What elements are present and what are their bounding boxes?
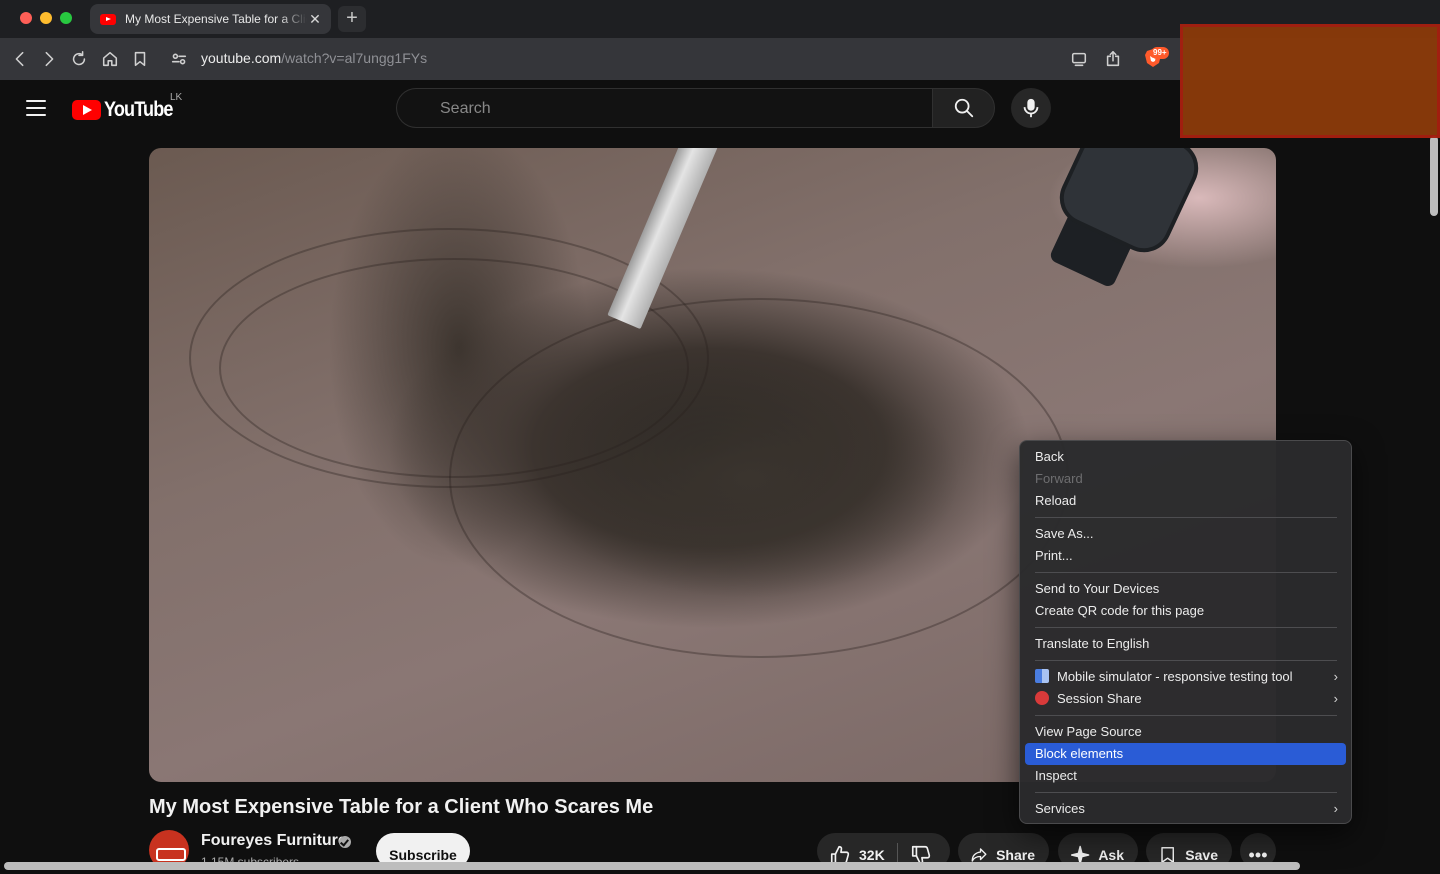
context-menu-item-back[interactable]: Back <box>1025 446 1346 468</box>
context-menu-item-reload[interactable]: Reload <box>1025 490 1346 512</box>
submenu-chevron-icon: › <box>1333 801 1338 816</box>
context-menu-item-inspect[interactable]: Inspect <box>1025 765 1346 787</box>
blocked-element-overlay <box>1180 24 1440 138</box>
context-menu-label: Mobile simulator - responsive testing to… <box>1057 669 1293 684</box>
search-input[interactable] <box>440 100 920 118</box>
context-menu-label: Inspect <box>1035 768 1077 783</box>
like-count[interactable]: 32K <box>859 847 885 863</box>
context-menu-label: Translate to English <box>1035 636 1150 651</box>
menu-hamburger-icon[interactable] <box>26 100 46 116</box>
back-icon[interactable] <box>10 49 30 69</box>
context-menu-label: Back <box>1035 449 1064 464</box>
search-box <box>396 88 932 128</box>
context-menu-label: View Page Source <box>1035 724 1142 739</box>
search-button[interactable] <box>932 88 995 128</box>
forward-icon[interactable] <box>39 49 59 69</box>
context-menu-item-save-as[interactable]: Save As... <box>1025 523 1346 545</box>
youtube-play-logo-icon <box>72 100 101 120</box>
new-tab-button[interactable]: + <box>338 6 366 32</box>
context-menu-item-forward: Forward <box>1025 468 1346 490</box>
wood-grain <box>449 298 1069 658</box>
minimize-window-button[interactable] <box>40 12 52 24</box>
voice-search-button[interactable] <box>1011 88 1051 128</box>
close-window-button[interactable] <box>20 12 32 24</box>
browser-tab-active[interactable]: My Most Expensive Table for a Client Who… <box>90 4 331 34</box>
tab-close-icon[interactable]: ✕ <box>307 11 323 27</box>
context-menu-separator <box>1035 715 1337 716</box>
context-menu-separator <box>1035 572 1337 573</box>
youtube-logo-text: YouTube <box>104 98 173 121</box>
youtube-logo[interactable]: YouTube <box>72 98 184 122</box>
country-code: LK <box>170 92 183 103</box>
shields-count-badge: 99+ <box>1151 47 1169 59</box>
youtube-favicon-icon <box>100 13 116 25</box>
context-menu-item-block-elements[interactable]: Block elements <box>1025 743 1346 765</box>
context-menu: Back Forward Reload Save As... Print... Send … <box>1019 440 1352 824</box>
context-menu-label: Block elements <box>1035 746 1124 761</box>
context-menu-label: Save As... <box>1035 526 1094 541</box>
tab-title: My Most Expensive Table for a Client Who… <box>125 12 307 26</box>
search-icon <box>954 98 973 118</box>
submenu-chevron-icon: › <box>1333 669 1338 684</box>
address-bar[interactable]: youtube.com/watch?v=al7ungg1FYs <box>201 50 427 66</box>
url-path: /watch?v=al7ungg1FYs <box>281 50 428 66</box>
home-icon[interactable] <box>100 49 120 69</box>
reload-icon[interactable] <box>69 49 89 69</box>
context-menu-item-view-page-source[interactable]: View Page Source <box>1025 721 1346 743</box>
vertical-scrollbar-thumb[interactable] <box>1430 136 1438 216</box>
context-menu-separator <box>1035 627 1337 628</box>
video-title: My Most Expensive Table for a Client Who… <box>149 796 654 818</box>
share-label: Share <box>996 847 1035 863</box>
horizontal-scrollbar-thumb[interactable] <box>4 862 1300 870</box>
save-label: Save <box>1185 847 1218 863</box>
url-host: youtube.com <box>201 50 282 66</box>
maximize-window-button[interactable] <box>60 12 72 24</box>
submenu-chevron-icon: › <box>1333 691 1338 706</box>
context-menu-label: Services <box>1035 801 1085 816</box>
mobile-simulator-icon <box>1035 669 1049 683</box>
context-menu-label: Create QR code for this page <box>1035 603 1205 618</box>
context-menu-label: Forward <box>1035 471 1083 486</box>
context-menu-separator <box>1035 517 1337 518</box>
channel-name[interactable]: Foureyes Furniture <box>201 832 347 850</box>
cast-icon[interactable] <box>1069 49 1089 69</box>
context-menu-item-mobile-simulator-responsive-testing-tool[interactable]: Mobile simulator - responsive testing to… <box>1025 666 1346 688</box>
session-share-icon <box>1035 691 1049 705</box>
bookmark-icon[interactable] <box>130 49 150 69</box>
context-menu-item-session-share[interactable]: Session Share › <box>1025 688 1346 710</box>
context-menu-label: Print... <box>1035 548 1073 563</box>
context-menu-item-send-to-your-devices[interactable]: Send to Your Devices <box>1025 578 1346 600</box>
context-menu-item-print[interactable]: Print... <box>1025 545 1346 567</box>
verified-badge-icon <box>339 836 351 848</box>
ask-label: Ask <box>1098 847 1124 863</box>
context-menu-item-services[interactable]: Services › <box>1025 798 1346 820</box>
context-menu-item-create-qr-code-for-this-page[interactable]: Create QR code for this page <box>1025 600 1346 622</box>
site-settings-icon[interactable] <box>169 49 189 69</box>
context-menu-label: Send to Your Devices <box>1035 581 1160 596</box>
context-menu-separator <box>1035 660 1337 661</box>
context-menu-item-translate-to-english[interactable]: Translate to English <box>1025 633 1346 655</box>
context-menu-label: Session Share <box>1057 691 1142 706</box>
context-menu-separator <box>1035 792 1337 793</box>
context-menu-label: Reload <box>1035 493 1077 508</box>
microphone-icon <box>1023 98 1039 118</box>
share-page-icon[interactable] <box>1103 49 1123 69</box>
